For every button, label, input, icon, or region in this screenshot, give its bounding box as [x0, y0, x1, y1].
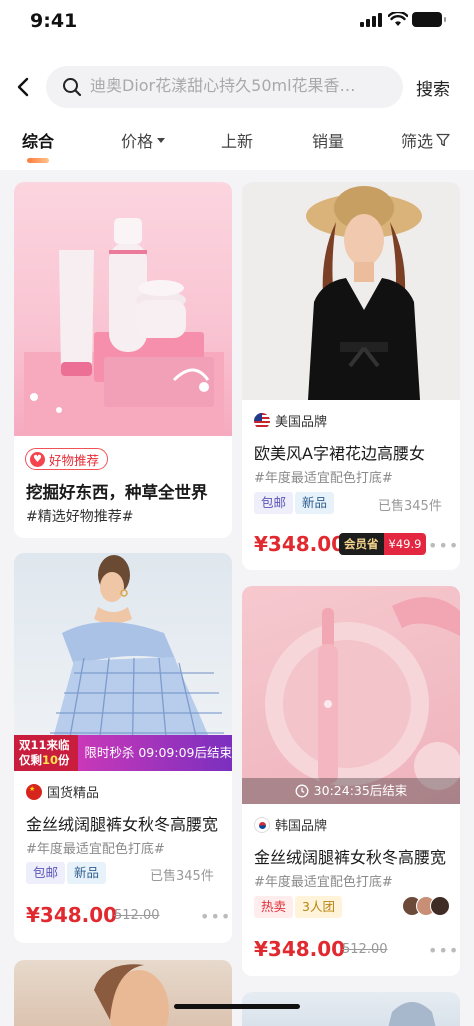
tab-label: 筛选 [401, 132, 434, 151]
tab-new[interactable]: 上新 [221, 128, 253, 152]
flash-remaining: 仅剩10份 [19, 753, 73, 768]
us-flag-icon [254, 412, 270, 429]
search-icon [63, 78, 82, 97]
card-title: 欧美风A字裙花边高腰女 [254, 444, 425, 463]
back-arrow-icon[interactable] [12, 72, 36, 102]
search-button[interactable]: 搜索 [416, 75, 450, 100]
countdown-bar: 30:24:35后结束 [242, 778, 460, 804]
tab-label: 综合 [22, 132, 55, 151]
tab-label: 价格 [121, 132, 154, 151]
price: ¥348.00 [254, 937, 346, 961]
more-icon[interactable]: ••• [200, 907, 231, 926]
tag-free-shipping: 包邮 [254, 492, 294, 514]
sort-tabs: 综合 价格 上新 销量 筛选 [0, 126, 474, 166]
card-subtitle: #年度最适宜配色打底# [254, 471, 393, 486]
origin-label: 美国品牌 [275, 415, 328, 430]
wifi-icon [388, 12, 408, 26]
clock-icon [295, 784, 309, 798]
card-subtitle: #年度最适宜配色打底# [26, 842, 165, 857]
tag-hot-sale: 热卖 [254, 896, 294, 918]
model-illustration [94, 964, 169, 1026]
product-card-3[interactable]: 双11来临 仅剩10份 限时秒杀 09:09:09后结束 ★ 国货精品 金丝绒阔… [14, 553, 232, 943]
flash-stock: 双11来临 仅剩10份 [14, 735, 79, 771]
search-input[interactable] [90, 76, 390, 95]
model-dress-illustration [306, 186, 422, 400]
brand-origin: 美国品牌 [254, 411, 327, 430]
tab-price[interactable]: 价格 [121, 128, 166, 152]
tag-free-shipping: 包邮 [26, 862, 66, 884]
member-discount-badge: 会员省 ¥49.9 [339, 533, 427, 555]
app: 9:41 搜索 综合 价格 上新 [0, 0, 474, 1026]
tab-comprehensive[interactable]: 综合 [22, 128, 54, 152]
tag-new: 新品 [295, 492, 335, 514]
tab-label: 上新 [221, 132, 254, 151]
product-image [14, 182, 232, 436]
flash-sale-banner: 双11来临 仅剩10份 限时秒杀 09:09:09后结束 [14, 735, 232, 771]
header: 搜索 综合 价格 上新 销量 筛选 [0, 44, 474, 170]
member-value: ¥49.9 [383, 533, 427, 555]
status-time: 9:41 [30, 10, 78, 32]
more-icon[interactable]: ••• [428, 536, 459, 555]
kr-flag-icon [254, 816, 270, 833]
product-card-1[interactable]: ♥ 好物推荐 挖掘好东西，种草全世界 #精选好物推荐# [14, 182, 232, 538]
tab-sales[interactable]: 销量 [312, 128, 344, 152]
product-card-6[interactable] [242, 992, 460, 1026]
product-card-4[interactable]: 30:24:35后结束 韩国品牌 金丝绒阔腿裤女秋冬高腰宽 #年度最适宜配色打底… [242, 586, 460, 976]
member-label: 会员省 [339, 533, 384, 555]
caret-down-icon [157, 137, 166, 143]
price: ¥348.00 [254, 532, 346, 556]
product-card-5[interactable] [14, 960, 232, 1026]
card-title: 金丝绒阔腿裤女秋冬高腰宽 [254, 848, 447, 867]
product-card-2[interactable]: 美国品牌 欧美风A字裙花边高腰女 #年度最适宜配色打底# 包邮 新品 已售345… [242, 182, 460, 570]
cosmetics-illustration [24, 218, 224, 436]
filter-icon [436, 133, 450, 147]
product-image [242, 586, 460, 804]
tab-filter[interactable]: 筛选 [401, 128, 450, 152]
price: ¥348.00 [26, 903, 118, 927]
origin-label: 国货精品 [47, 786, 100, 801]
card-title: 金丝绒阔腿裤女秋冬高腰宽 [26, 815, 219, 834]
product-image [14, 960, 232, 1026]
flash-event: 双11来临 [19, 738, 70, 752]
sold-count: 已售345件 [378, 499, 442, 514]
recommend-badge: ♥ 好物推荐 [25, 448, 109, 470]
card-subtitle: #精选好物推荐# [26, 509, 134, 525]
group-buyer-avatars [402, 896, 450, 916]
toothbrush-illustration [265, 597, 460, 790]
tag-new: 新品 [67, 862, 107, 884]
tab-label: 销量 [312, 132, 345, 151]
more-icon[interactable]: ••• [428, 941, 459, 960]
original-price: 512.00 [342, 942, 388, 957]
avatar [430, 896, 450, 916]
home-indicator [174, 1004, 300, 1009]
active-tab-indicator [27, 158, 49, 163]
model-illustration [388, 1002, 436, 1026]
flash-timer: 限时秒杀 09:09:09后结束 [78, 735, 232, 771]
tag-group-buy: 3人团 [295, 896, 342, 918]
card-subtitle: #年度最适宜配色打底# [254, 875, 393, 890]
countdown-text: 30:24:35后结束 [313, 783, 408, 798]
brand-origin: 韩国品牌 [254, 815, 327, 834]
card-title: 挖掘好东西，种草全世界 [26, 483, 208, 502]
cellular-signal-icon [360, 13, 382, 27]
original-price: 512.00 [114, 908, 160, 923]
brand-origin: ★ 国货精品 [26, 782, 99, 801]
product-image [242, 992, 460, 1026]
remaining-suffix: 份 [58, 753, 70, 767]
heart-icon: ♥ [30, 451, 45, 467]
remaining-prefix: 仅剩 [19, 753, 42, 767]
badge-text: 好物推荐 [49, 452, 100, 468]
origin-label: 韩国品牌 [275, 819, 328, 834]
product-image [242, 182, 460, 400]
sold-count: 已售345件 [150, 869, 214, 884]
battery-icon [412, 12, 446, 27]
search-bar[interactable] [46, 66, 403, 108]
status-bar: 9:41 [0, 0, 474, 44]
remaining-number: 10 [42, 753, 59, 767]
cn-flag-icon: ★ [26, 783, 42, 800]
